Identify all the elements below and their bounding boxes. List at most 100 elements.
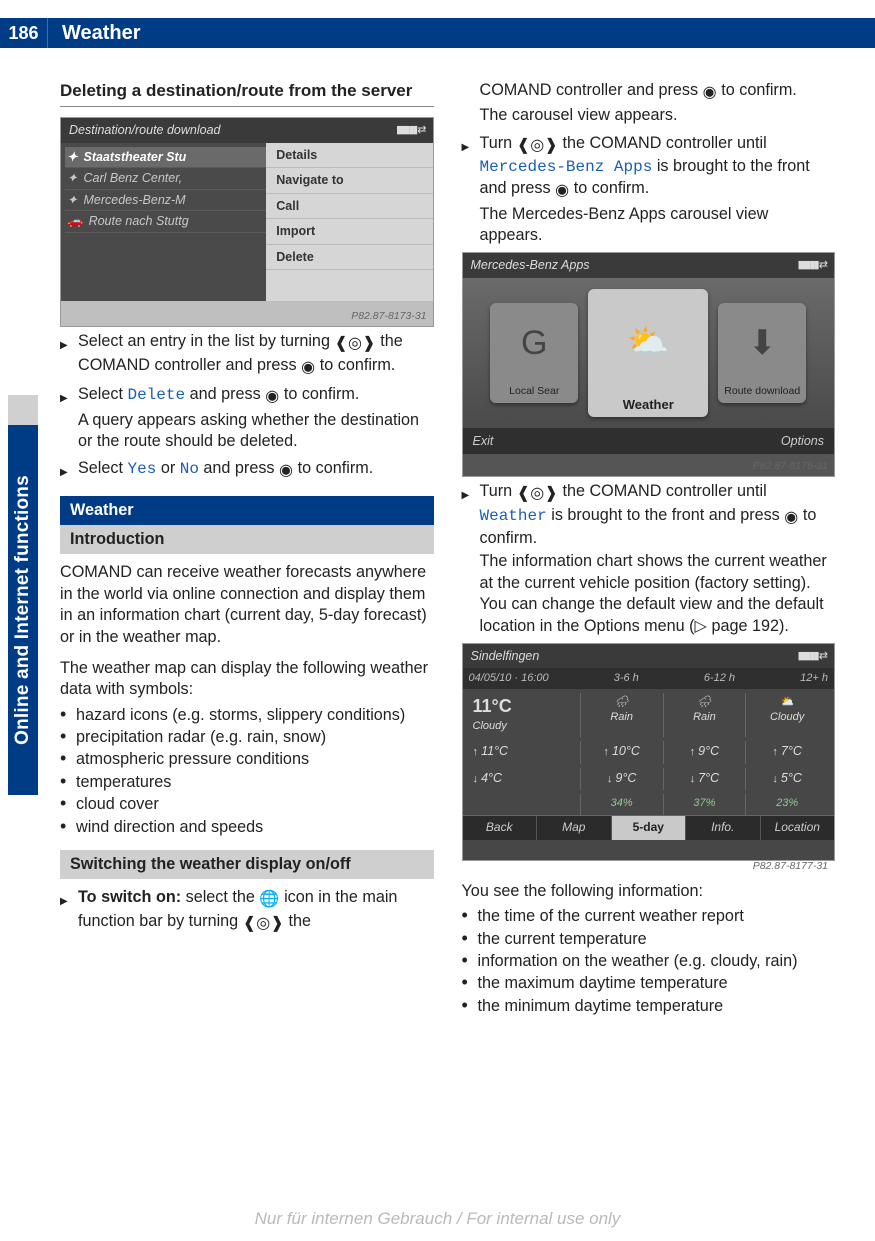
ui-weather-label: Weather xyxy=(480,507,547,525)
menu-delete[interactable]: Delete xyxy=(266,245,432,271)
left-column: Deleting a destination/route from the se… xyxy=(60,80,434,1181)
turn-controller-icon: ❰◎❱ xyxy=(517,483,558,504)
list-item: the maximum daytime temperature xyxy=(478,973,836,994)
step-select-delete: Select Delete and press ◉ to confirm. A … xyxy=(60,384,434,452)
step-marker-icon xyxy=(60,384,78,452)
step-result: The carousel view appears. xyxy=(480,105,836,126)
route-download-icon: ⬇ xyxy=(748,303,777,385)
shot3-period: 6-12 h xyxy=(704,671,735,686)
press-controller-icon: ◉ xyxy=(784,507,798,528)
step-marker-icon xyxy=(60,458,78,481)
press-controller-icon: ◉ xyxy=(555,180,569,201)
softkey-exit[interactable]: Exit xyxy=(473,433,494,450)
info-list: the time of the current weather report t… xyxy=(462,906,836,1017)
menu-import[interactable]: Import xyxy=(266,219,432,245)
step-lead-bold: To switch on: xyxy=(78,888,181,906)
press-controller-icon: ◉ xyxy=(279,460,293,481)
shot1-caption: P82.87-8173-31 xyxy=(351,310,426,324)
list-item: the minimum daytime temperature xyxy=(478,996,836,1017)
heading-delete-destination: Deleting a destination/route from the se… xyxy=(60,80,434,102)
shot3-period: 3-6 h xyxy=(614,671,639,686)
ui-mb-apps-label: Mercedes-Benz Apps xyxy=(480,158,653,176)
turn-controller-icon: ❰◎❱ xyxy=(517,135,558,156)
list-item: the time of the current weather report xyxy=(478,906,836,927)
internal-use-footer: Nur für internen Gebrauch / For internal… xyxy=(0,1209,875,1229)
cloud-icon: 🌧 xyxy=(668,695,742,710)
intro-paragraph-2: The weather map can display the followin… xyxy=(60,658,434,701)
page-number: 186 xyxy=(0,18,48,48)
list-item[interactable]: ✦Mercedes-Benz-M xyxy=(65,190,266,212)
list-item: hazard icons (e.g. storms, slippery cond… xyxy=(76,705,434,726)
shot1-context-menu: Details Navigate to Call Import Delete xyxy=(266,143,432,301)
shot3-title: Sindelfingen xyxy=(471,648,540,665)
shot2-title: Mercedes-Benz Apps xyxy=(471,257,590,274)
menu-navigate-to[interactable]: Navigate to xyxy=(266,168,432,194)
current-cond: Cloudy xyxy=(473,719,576,734)
weather-chart-row-cond: 11°C Cloudy 🌧Rain 🌧Rain ⛅Cloudy xyxy=(463,689,835,737)
screenshot-mb-apps-carousel: Mercedes-Benz Apps ▮▮▮▮▮ ⇄ G Local Sear … xyxy=(462,252,836,477)
list-item: information on the weather (e.g. cloudy,… xyxy=(478,951,836,972)
subsection-banner-introduction: Introduction xyxy=(60,525,434,554)
step-marker-icon xyxy=(60,331,78,378)
carousel-tile-weather[interactable]: ⛅ Weather xyxy=(588,289,708,417)
step-result: The Mercedes-Benz Apps carousel view app… xyxy=(480,204,836,247)
shot3-timestamp: 04/05/10 · 16:00 xyxy=(469,671,549,686)
carousel-tile-route-download[interactable]: ⬇ Route download xyxy=(718,303,806,403)
subsection-banner-switching: Switching the weather display on/off xyxy=(60,850,434,879)
list-item[interactable]: ✦Carl Benz Center, xyxy=(65,168,266,190)
ui-yes-label: Yes xyxy=(128,460,157,478)
list-item: atmospheric pressure conditions xyxy=(76,749,434,770)
cloud-icon: ⛅ xyxy=(750,695,824,710)
step-continuation: COMAND controller and press ◉ to confirm… xyxy=(462,80,836,127)
shot3-period: 12+ h xyxy=(800,671,828,686)
step-marker-icon xyxy=(462,133,480,247)
screenshot-destination-route-download: Destination/route download ▮▮▮▮▮ ⇄ ✦Staa… xyxy=(60,117,434,327)
carousel-tile-local-search[interactable]: G Local Sear xyxy=(490,303,578,403)
section-thumb-tab: Online and Internet functions xyxy=(8,425,38,795)
signal-icon: ▮▮▮▮▮ ⇄ xyxy=(797,258,826,273)
intro-paragraph-1: COMAND can receive weather forecasts any… xyxy=(60,562,434,648)
step-turn-weather: Turn ❰◎❱ the COMAND controller until Wea… xyxy=(462,481,836,637)
press-controller-icon: ◉ xyxy=(703,82,717,103)
shot3-tab-bar: Back Map 5-day Info. Location xyxy=(463,815,835,840)
turn-controller-icon: ❰◎❱ xyxy=(243,913,284,934)
google-icon: G xyxy=(521,303,547,385)
ui-no-label: No xyxy=(180,460,199,478)
softkey-options[interactable]: Options xyxy=(781,433,824,450)
tab-back[interactable]: Back xyxy=(463,816,537,840)
info-intro: You see the following information: xyxy=(462,881,836,902)
list-item: temperatures xyxy=(76,772,434,793)
step-result: The information chart shows the current … xyxy=(480,551,836,637)
press-controller-icon: ◉ xyxy=(265,386,279,407)
list-item[interactable]: ✦Staatstheater Stu xyxy=(65,147,266,169)
list-item: cloud cover xyxy=(76,794,434,815)
shot1-entry-list: ✦Staatstheater Stu ✦Carl Benz Center, ✦M… xyxy=(61,143,266,301)
section-thumb-label: Online and Internet functions xyxy=(12,475,34,745)
menu-call[interactable]: Call xyxy=(266,194,432,220)
weather-chart-row-lo: ↓ 4°C ↓ 9°C ↓ 7°C ↓ 5°C xyxy=(463,764,835,791)
weather-icon: ⛅ xyxy=(627,289,669,396)
step-result: A query appears asking whether the desti… xyxy=(78,410,434,453)
shot3-caption: P82.87-8177-31 xyxy=(753,860,828,874)
weather-chart-row-precip: 34% 37% 23% xyxy=(463,790,835,815)
section-banner-weather: Weather xyxy=(60,496,434,525)
tab-location[interactable]: Location xyxy=(760,816,835,840)
header-title: Weather xyxy=(48,22,141,45)
list-item[interactable]: 🚗Route nach Stuttg xyxy=(65,211,266,233)
shot2-caption: P82.87-8176-31 xyxy=(753,460,828,474)
tab-map[interactable]: Map xyxy=(536,816,611,840)
right-column: COMAND controller and press ◉ to confirm… xyxy=(462,80,836,1181)
cloud-icon: 🌧 xyxy=(585,695,659,710)
shot1-title: Destination/route download xyxy=(69,122,221,139)
menu-details[interactable]: Details xyxy=(266,143,432,169)
screenshot-weather-info-chart: Sindelfingen ▮▮▮▮▮ ⇄ 04/05/10 · 16:00 3-… xyxy=(462,643,836,861)
list-item: precipitation radar (e.g. rain, snow) xyxy=(76,727,434,748)
globe-icon: 🌐 xyxy=(259,889,279,910)
heading-rule xyxy=(60,106,434,107)
signal-icon: ▮▮▮▮▮ ⇄ xyxy=(396,123,425,138)
list-item: the current temperature xyxy=(478,929,836,950)
tab-5day[interactable]: 5-day xyxy=(611,816,686,840)
tab-info[interactable]: Info. xyxy=(685,816,760,840)
step-switch-on: To switch on: select the 🌐 icon in the m… xyxy=(60,887,434,934)
turn-controller-icon: ❰◎❱ xyxy=(334,333,375,354)
